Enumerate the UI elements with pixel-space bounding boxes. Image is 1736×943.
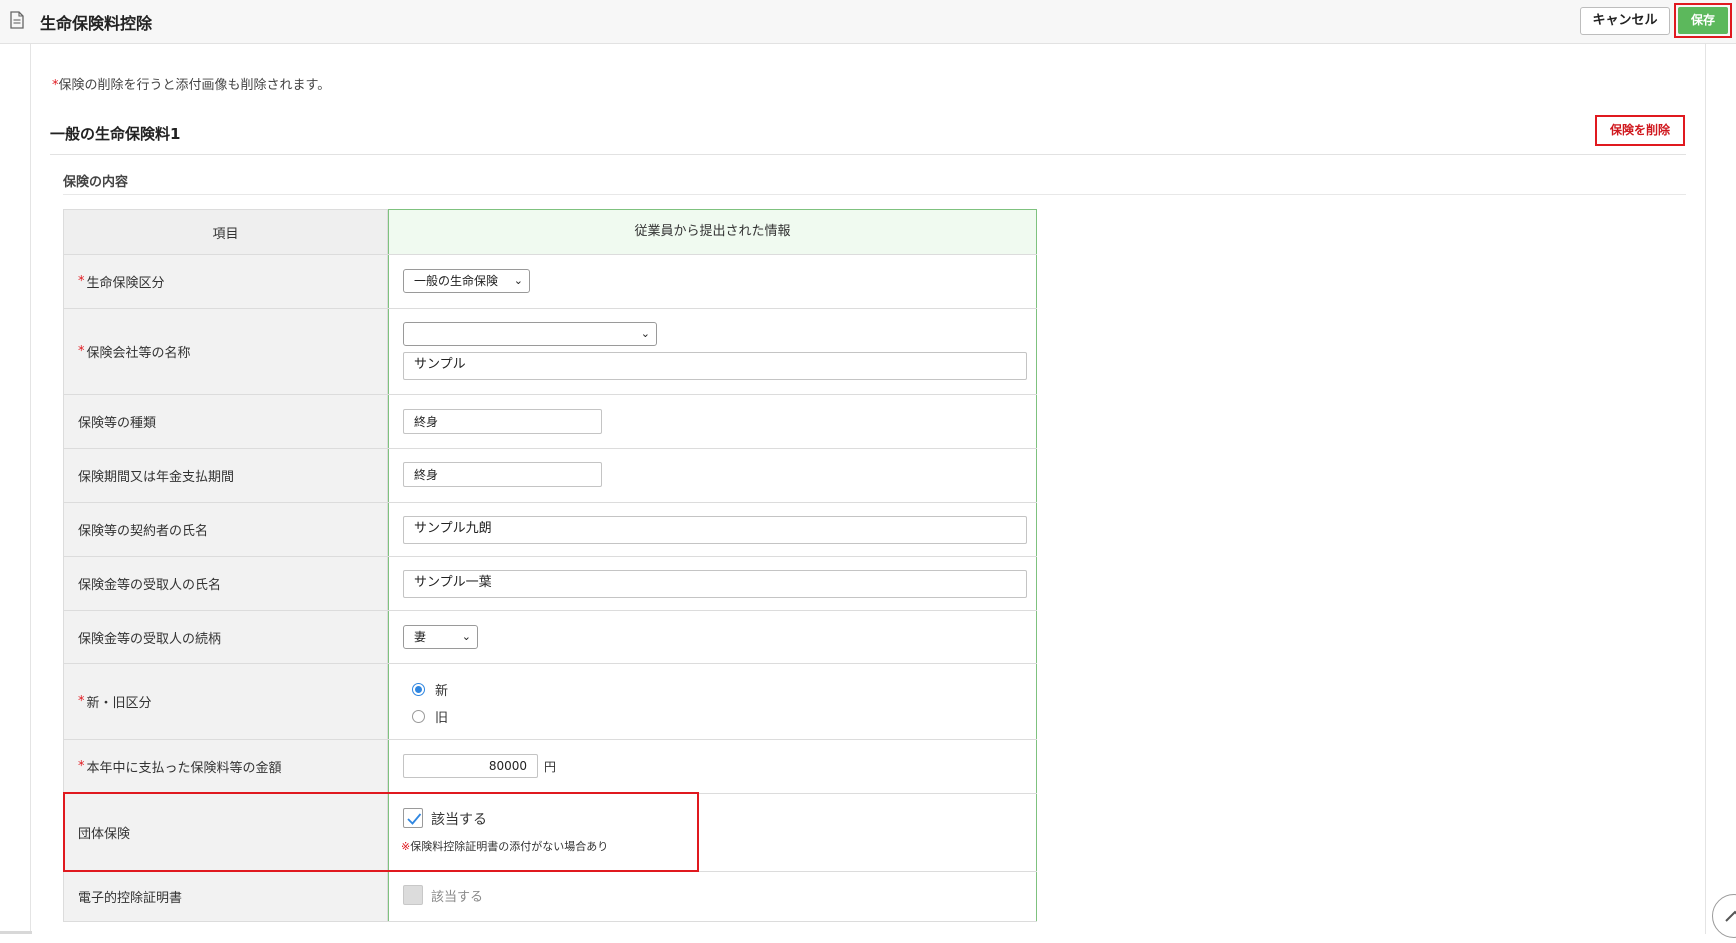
row-value: 該当する <box>388 872 1037 921</box>
row-label: 電子的控除証明書 <box>63 872 388 921</box>
row-value: 80000 円 <box>388 740 1037 793</box>
row-value: サンプル一葉 <box>388 557 1037 610</box>
row-label-text: 新・旧区分 <box>86 696 152 711</box>
table-row: * 新・旧区分 新 旧 <box>63 664 1037 740</box>
row-value: サンプル九朗 <box>388 503 1037 556</box>
content-left-border <box>30 44 31 934</box>
insurance-category-select[interactable]: 一般の生命保険 ⌄ <box>403 269 530 293</box>
electronic-certificate-checkbox[interactable] <box>403 885 423 905</box>
select-value: 妻 <box>414 630 427 644</box>
section-divider <box>50 154 1686 155</box>
page-header: 生命保険料控除 キャンセル 保存 <box>0 0 1736 44</box>
table-row: 電子的控除証明書 該当する <box>63 872 1037 922</box>
content-right-border <box>1705 44 1706 934</box>
row-label: * 保険会社等の名称 <box>63 309 388 394</box>
column-header-item: 項目 <box>63 209 388 254</box>
section-title: 一般の生命保険料1 <box>50 125 181 143</box>
save-button[interactable]: 保存 <box>1678 7 1728 34</box>
electronic-certificate-label: 該当する <box>431 890 484 905</box>
row-value: 妻 ⌄ <box>388 611 1037 663</box>
insurance-company-input[interactable]: サンプル <box>403 352 1027 380</box>
chevron-down-icon: ⌄ <box>461 630 471 643</box>
row-label-text: 保険会社等の名称 <box>86 346 191 361</box>
recipient-relation-select[interactable]: 妻 ⌄ <box>403 625 478 649</box>
required-mark: * <box>78 274 85 289</box>
subsection-title: 保険の内容 <box>63 175 129 190</box>
delete-insurance-button[interactable]: 保険を削除 <box>1599 119 1681 142</box>
row-label: 保険期間又は年金支払期間 <box>63 449 388 502</box>
premium-amount-input[interactable]: 80000 <box>403 754 538 778</box>
row-value: ⌄ サンプル <box>388 309 1037 394</box>
column-header-info: 従業員から提出された情報 <box>388 209 1037 254</box>
row-label-text: 本年中に支払った保険料等の金額 <box>86 761 282 776</box>
row-label: * 新・旧区分 <box>63 664 388 739</box>
table-row: 保険等の契約者の氏名 サンプル九朗 <box>63 503 1037 557</box>
insurance-period-input[interactable]: 終身 <box>403 462 602 487</box>
table-row: * 生命保険区分 一般の生命保険 ⌄ <box>63 255 1037 309</box>
chevron-up-icon <box>1725 910 1736 922</box>
recipient-name-input[interactable]: サンプル一葉 <box>403 570 1027 598</box>
scroll-to-top-button[interactable] <box>1712 894 1736 938</box>
table-row: 保険等の種類 終身 <box>63 395 1037 449</box>
required-mark: * <box>78 694 85 709</box>
row-value: 終身 <box>388 449 1037 502</box>
row-label: 保険等の種類 <box>63 395 388 448</box>
table-row: * 本年中に支払った保険料等の金額 80000 円 <box>63 740 1037 794</box>
radio-new-label[interactable]: 新 <box>435 680 448 699</box>
chevron-down-icon: ⌄ <box>640 327 650 340</box>
radio-old[interactable] <box>412 710 425 723</box>
chevron-down-icon: ⌄ <box>513 274 523 287</box>
table-row: 保険金等の受取人の氏名 サンプル一葉 <box>63 557 1037 611</box>
select-value: 一般の生命保険 <box>414 274 499 288</box>
row-label: 保険金等の受取人の続柄 <box>63 611 388 663</box>
table-row: * 保険会社等の名称 ⌄ サンプル <box>63 309 1037 395</box>
insurance-type-input[interactable]: 終身 <box>403 409 602 434</box>
delete-notice: *保険の削除を行うと添付画像も削除されます。 <box>52 74 330 93</box>
row-value: 一般の生命保険 ⌄ <box>388 255 1037 308</box>
row-label: 保険等の契約者の氏名 <box>63 503 388 556</box>
radio-new[interactable] <box>412 683 425 696</box>
row-label-text: 生命保険区分 <box>86 276 165 291</box>
required-mark: * <box>78 344 85 359</box>
amount-unit: 円 <box>544 760 557 774</box>
table-row: 保険金等の受取人の続柄 妻 ⌄ <box>63 611 1037 664</box>
row-value: 終身 <box>388 395 1037 448</box>
required-mark: * <box>78 759 85 774</box>
row-label: 保険金等の受取人の氏名 <box>63 557 388 610</box>
insurance-company-select[interactable]: ⌄ <box>403 322 657 346</box>
row-label: * 本年中に支払った保険料等の金額 <box>63 740 388 793</box>
subsection-divider <box>63 194 1686 195</box>
group-insurance-highlight <box>63 792 699 872</box>
table-header-row: 項目 従業員から提出された情報 <box>63 209 1037 255</box>
row-value: 新 旧 <box>388 664 1037 739</box>
cancel-button[interactable]: キャンセル <box>1580 7 1670 35</box>
table-row: 保険期間又は年金支払期間 終身 <box>63 449 1037 503</box>
page-title: 生命保険料控除 <box>40 14 153 33</box>
radio-old-label[interactable]: 旧 <box>435 707 448 726</box>
notice-text: 保険の削除を行うと添付画像も削除されます。 <box>58 78 331 93</box>
contractor-name-input[interactable]: サンプル九朗 <box>403 516 1027 544</box>
document-icon <box>10 11 24 29</box>
row-label: * 生命保険区分 <box>63 255 388 308</box>
